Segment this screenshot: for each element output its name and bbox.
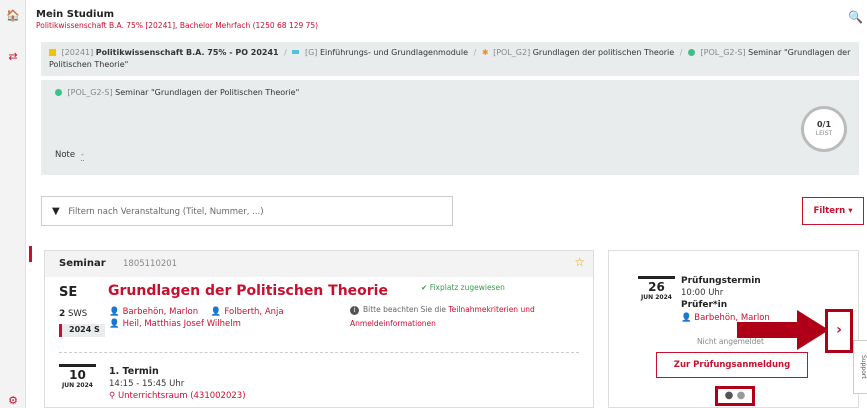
term-day: 10: [69, 368, 86, 382]
semester-badge: 2024 S: [59, 324, 105, 337]
fixplatz-status: ✔ Fixplatz zugewiesen: [421, 283, 505, 292]
crumb-code-2: [G]: [304, 48, 318, 57]
course-card-header: Seminar 1805110201 ☆: [45, 251, 593, 277]
exam-registration-button[interactable]: Zur Prüfungsanmeldung: [656, 352, 808, 378]
progress-ring: 0/1 LEIST: [801, 106, 847, 152]
annotation-arrow-icon: [737, 310, 829, 350]
side-tab-marker[interactable]: [29, 246, 32, 262]
fixplatz-label: Fixplatz zugewiesen: [429, 283, 505, 292]
module-panel: [POL_G2-S] Seminar "Grundlagen der Polit…: [41, 80, 859, 175]
lecturer-row-1: 👤 Barbehön, Marlon 👤 Folberth, Anja: [109, 307, 284, 317]
search-icon[interactable]: 🔍: [848, 10, 863, 24]
note-row: Note -: [55, 150, 84, 161]
course-sws: 2 SWS: [59, 309, 87, 319]
exam-time: 10:00 Uhr: [681, 288, 724, 298]
term-time: 14:15 - 15:45 Uhr: [109, 379, 185, 389]
person-icon: 👤: [210, 307, 222, 317]
location-pin-icon: ⚲: [109, 391, 116, 401]
note-value: -: [80, 150, 84, 161]
filter-funnel-icon: ▼: [52, 206, 60, 217]
module-heading: [POL_G2-S] Seminar "Grundlagen der Polit…: [55, 88, 299, 97]
page-header: Mein Studium Politikwissenschaft B.A. 75…: [26, 0, 867, 38]
exam-day: 26: [648, 280, 665, 294]
exam-date-box: 26 JUN 2024: [638, 276, 675, 308]
info-icon: i: [350, 306, 359, 315]
module-name: Seminar "Grundlagen der Politischen Theo…: [115, 88, 300, 97]
home-icon[interactable]: 🏠: [0, 9, 26, 22]
page-title: Mein Studium: [36, 9, 114, 20]
progress-value: 0/1: [816, 120, 832, 129]
term-date-box: 10 JUN 2024: [59, 364, 96, 396]
filter-input[interactable]: ▼ Filtern nach Veranstaltung (Titel, Num…: [41, 196, 453, 226]
course-title-link[interactable]: Grundlagen der Politischen Theorie: [108, 283, 388, 299]
support-tab[interactable]: Support: [853, 340, 867, 394]
crumb-code-3: [POL_G2]: [493, 48, 531, 57]
crumb-module[interactable]: Grundlagen der politischen Theorie: [533, 48, 674, 57]
filter-button[interactable]: Filtern ▾: [802, 197, 864, 225]
room-link[interactable]: Unterrichtsraum (431002023): [118, 391, 246, 401]
term-label: 1. Termin: [109, 366, 159, 377]
breadcrumb: [20241] Politikwissenschaft B.A. 75% - P…: [41, 42, 859, 76]
hint-text: Bitte beachten Sie die: [363, 305, 446, 314]
term-month: JUN 2024: [62, 382, 93, 389]
term-room: ⚲ Unterrichtsraum (431002023): [109, 391, 246, 401]
study-program-subtitle: Politikwissenschaft B.A. 75% [20241], Ba…: [36, 21, 319, 30]
examiner-label: Prüfer*in: [681, 300, 728, 310]
carousel-dot[interactable]: ●: [737, 390, 746, 401]
circle-green-icon: [687, 48, 695, 56]
star-icon[interactable]: ☆: [574, 255, 585, 269]
person-icon: 👤: [109, 307, 120, 317]
lecturer-link[interactable]: Barbehön, Marlon: [123, 307, 199, 317]
divider: [59, 352, 579, 353]
crumb-module-group[interactable]: Einführungs- und Grundlagenmodule: [320, 48, 468, 57]
asterisk-orange-icon: ✱: [481, 48, 489, 57]
crumb-separator: /: [679, 48, 683, 57]
bar-blue-icon: [292, 50, 300, 54]
crumb-code-1: [20241]: [61, 48, 94, 57]
next-slide-button[interactable]: ›: [825, 309, 853, 353]
lecturer-row-2: 👤 Heil, Matthias Josef Wilhelm: [109, 319, 241, 329]
circle-green-icon: [55, 88, 62, 96]
exam-month: JUN 2024: [641, 294, 672, 301]
course-type: Seminar: [59, 258, 106, 269]
settings-icon[interactable]: ⚙: [0, 394, 26, 407]
participation-hint: i Bitte beachten Sie die Teilnahmekriteri…: [350, 303, 565, 331]
course-short-type: SE: [59, 285, 78, 300]
course-card: Seminar 1805110201 ☆ SE 2 SWS 2024 S Gru…: [44, 250, 594, 408]
person-icon: 👤: [681, 313, 692, 323]
person-icon: 👤: [109, 319, 120, 329]
square-yellow-icon: [49, 48, 56, 56]
crumb-separator: /: [284, 48, 287, 57]
left-rail: 🏠 ⇄ ⚙: [0, 0, 26, 408]
swap-icon[interactable]: ⇄: [0, 50, 26, 63]
sws-unit: SWS: [67, 309, 88, 319]
filter-placeholder: Filtern nach Veranstaltung (Titel, Numme…: [68, 207, 264, 217]
carousel-dots[interactable]: ● ●: [715, 386, 755, 406]
course-number: 1805110201: [123, 259, 178, 269]
check-circle-icon: ✔: [421, 283, 428, 292]
crumb-code-4: [POL_G2-S]: [700, 48, 746, 57]
sws-value: 2: [59, 309, 66, 319]
crumb-separator: /: [473, 48, 477, 57]
lecturer-link[interactable]: Folberth, Anja: [224, 307, 283, 317]
module-code: [POL_G2-S]: [67, 88, 113, 97]
carousel-dot-active[interactable]: ●: [725, 390, 734, 401]
note-label: Note: [55, 150, 76, 160]
progress-label: LEIST: [815, 130, 833, 137]
exam-label: Prüfungstermin: [681, 276, 761, 286]
lecturer-link[interactable]: Heil, Matthias Josef Wilhelm: [123, 319, 241, 329]
crumb-program[interactable]: Politikwissenschaft B.A. 75% - PO 20241: [96, 48, 279, 57]
